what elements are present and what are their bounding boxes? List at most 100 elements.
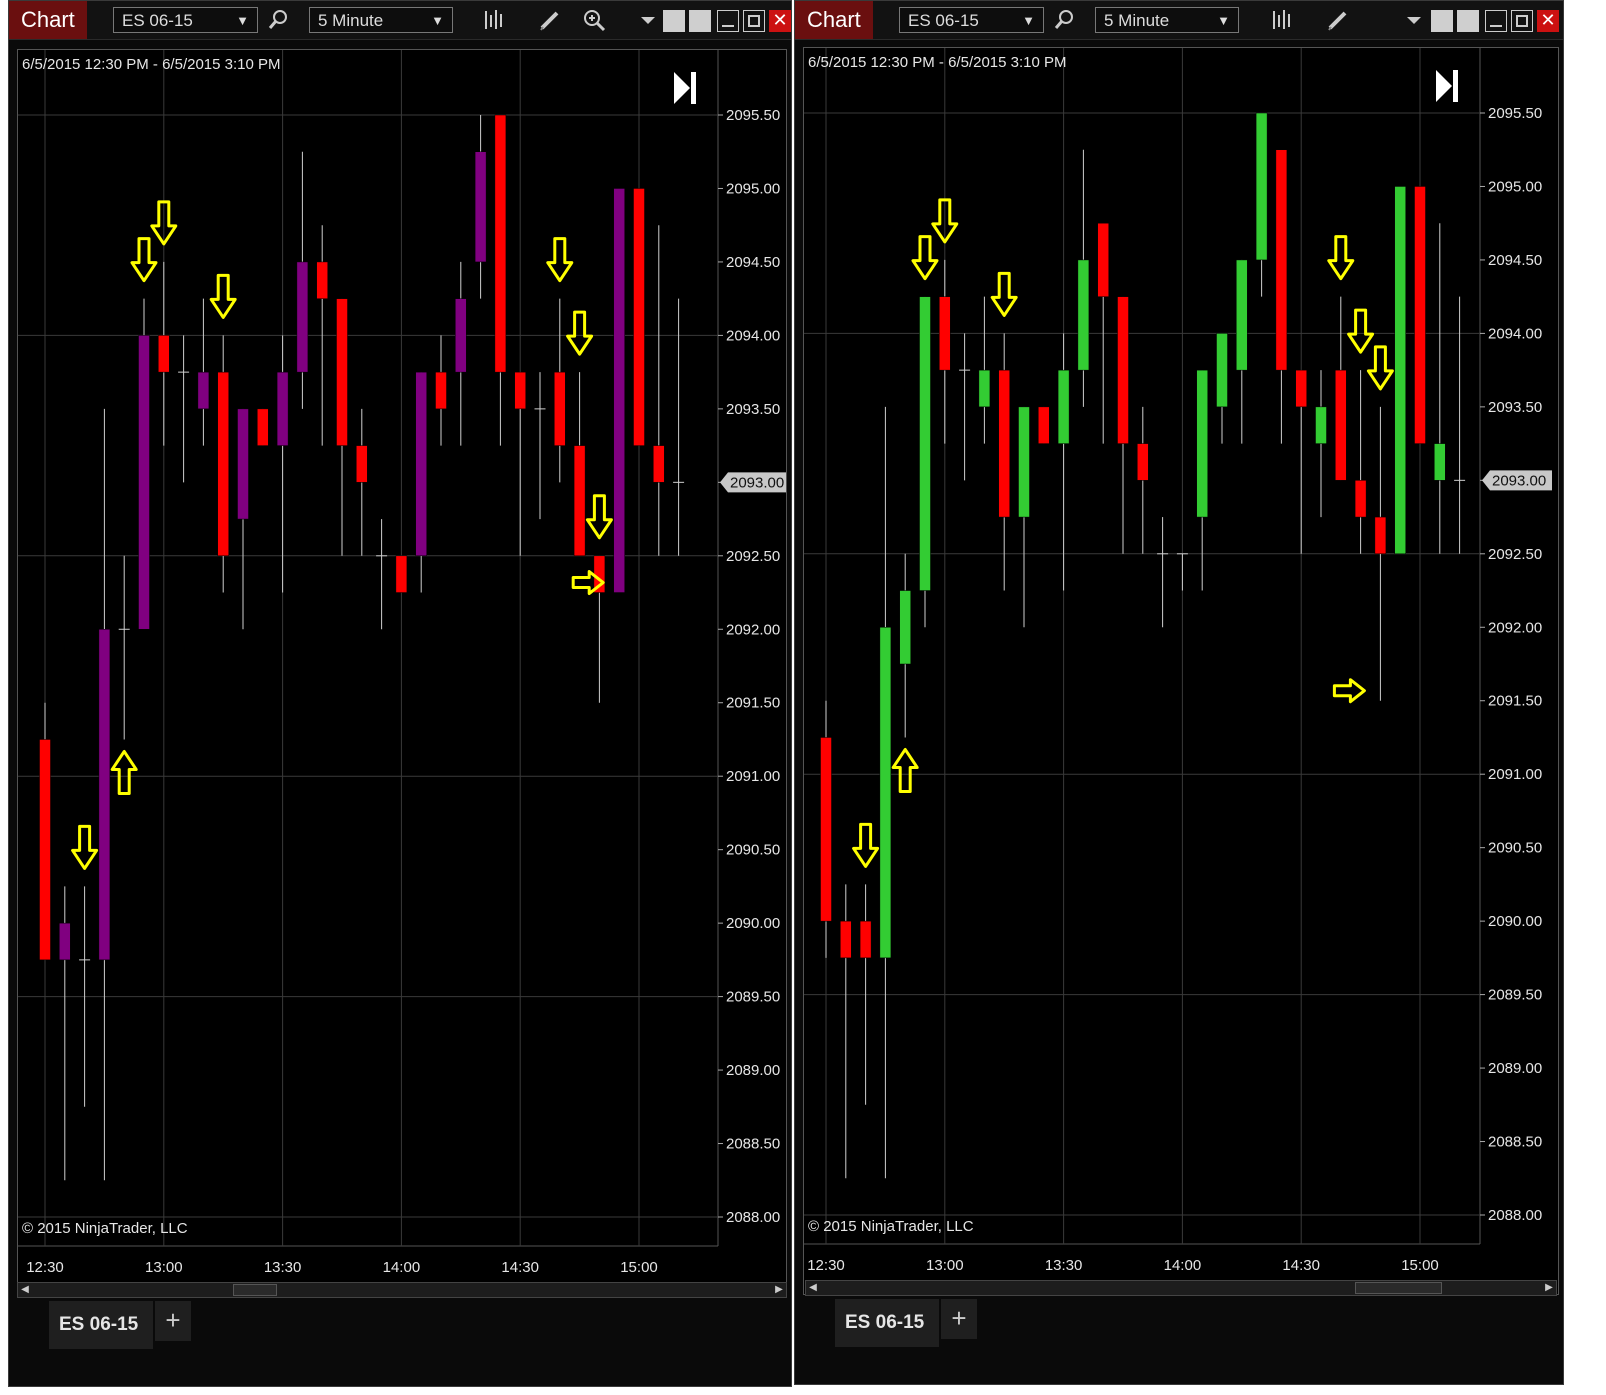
add-tab-button[interactable]: +: [155, 1301, 191, 1341]
horizontal-scrollbar[interactable]: ◀ ▶: [805, 1280, 1557, 1296]
x-tick-label: 12:30: [26, 1259, 64, 1276]
candle-body: [1057, 369, 1070, 444]
window-title: Chart: [9, 1, 87, 39]
candle-body: [1275, 149, 1288, 371]
annotation-arrow-down: [1366, 345, 1394, 391]
candle-body: [998, 369, 1010, 518]
candle-body: [1394, 186, 1406, 555]
instrument-value: ES 06-15: [122, 11, 193, 30]
tab-es-06-15[interactable]: ES 06-15: [835, 1299, 939, 1347]
tile-icon[interactable]: [663, 10, 685, 32]
candle-body: [415, 371, 427, 557]
candle-body: [296, 261, 309, 373]
y-tick-label: 2090.50: [726, 842, 780, 859]
x-tick-label: 13:00: [145, 1259, 183, 1276]
price-chart[interactable]: 2095.50 2095.00 2094.50 2094.00 2093.50 2093.…: [17, 49, 790, 1297]
interval-value: 5 Minute: [1104, 11, 1170, 30]
x-tick-label: 13:30: [1045, 1257, 1083, 1274]
candle-body: [39, 739, 51, 961]
candle-body: [939, 296, 951, 371]
chevron-down-icon: ▼: [1217, 13, 1230, 28]
candle-body: [435, 371, 447, 410]
y-tick-label: 2091.50: [726, 695, 780, 712]
x-tick-label: 14:00: [383, 1259, 421, 1276]
tile-icon[interactable]: [689, 10, 711, 32]
candle-body: [573, 445, 586, 557]
y-tick-label: 2091.50: [1488, 693, 1542, 710]
x-tick-label: 12:30: [807, 1257, 845, 1274]
chevron-down-icon: ▼: [236, 13, 249, 28]
close-icon[interactable]: ✕: [1537, 10, 1559, 32]
dropdown-arrow-icon[interactable]: [1401, 7, 1427, 33]
chart-window-right: Chart ES 06-15 ▼ 5 Minute ▼ ✕ 2095.50 209…: [794, 0, 1564, 1385]
candle-body: [1434, 443, 1446, 481]
x-tick-label: 14:00: [1164, 1257, 1202, 1274]
tile-icon[interactable]: [1457, 10, 1479, 32]
x-tick-label: 14:30: [501, 1259, 539, 1276]
interval-selector[interactable]: 5 Minute ▼: [1095, 7, 1239, 33]
search-icon[interactable]: [1051, 7, 1077, 33]
dropdown-arrow-icon[interactable]: [635, 7, 661, 33]
candle-body: [257, 408, 269, 446]
candle-body: [316, 261, 328, 299]
y-tick-label: 2089.50: [726, 989, 780, 1006]
last-price-label: 2093.00: [730, 474, 784, 491]
y-tick-label: 2094.00: [1488, 325, 1542, 342]
search-icon[interactable]: [265, 7, 291, 33]
horizontal-scrollbar[interactable]: ◀ ▶: [17, 1282, 787, 1298]
y-tick-label: 2093.50: [1488, 399, 1542, 416]
price-chart[interactable]: 2095.50 2095.00 2094.50 2094.00 2093.50 2093.…: [803, 47, 1559, 1295]
annotation-arrow-down: [566, 310, 594, 356]
maximize-icon[interactable]: [743, 10, 765, 32]
add-tab-button[interactable]: +: [941, 1299, 977, 1339]
chevron-down-icon: ▼: [431, 13, 444, 28]
scroll-left-icon[interactable]: ◀: [18, 1283, 32, 1297]
candle-body: [1374, 516, 1387, 555]
candle-body: [633, 188, 645, 446]
candlestick-plot: 2095.50 2095.00 2094.50 2094.00 2093.50 2093.…: [804, 48, 1552, 1274]
annotation-arrow-down: [990, 271, 1018, 317]
pencil-icon[interactable]: [537, 7, 563, 33]
candle-body: [1335, 369, 1347, 481]
instrument-value: ES 06-15: [908, 11, 979, 30]
instrument-selector[interactable]: ES 06-15 ▼: [899, 7, 1044, 33]
y-tick-label: 2089.00: [1488, 1060, 1542, 1077]
candle-body: [1137, 443, 1149, 481]
close-icon[interactable]: ✕: [769, 10, 791, 32]
annotation-arrow-up: [891, 747, 919, 793]
tab-es-06-15[interactable]: ES 06-15: [49, 1301, 153, 1349]
y-tick-label: 2094.50: [1488, 252, 1542, 269]
scroll-right-icon[interactable]: ▶: [772, 1283, 786, 1297]
scroll-left-icon[interactable]: ◀: [806, 1281, 820, 1295]
y-tick-label: 2092.50: [1488, 546, 1542, 563]
minimize-icon[interactable]: [717, 10, 739, 32]
tile-icon[interactable]: [1431, 10, 1453, 32]
annotation-arrow-down: [546, 237, 574, 283]
annotation-arrow-down: [1327, 235, 1355, 281]
candle-body: [98, 629, 111, 961]
interval-selector[interactable]: 5 Minute ▼: [309, 7, 453, 33]
candle-body: [899, 590, 911, 665]
maximize-icon[interactable]: [1511, 10, 1533, 32]
bar-type-icon[interactable]: [481, 7, 507, 33]
pencil-icon[interactable]: [1325, 7, 1351, 33]
instrument-selector[interactable]: ES 06-15 ▼: [113, 7, 258, 33]
minimize-icon[interactable]: [1485, 10, 1507, 32]
date-range: 6/5/2015 12:30 PM - 6/5/2015 3:10 PM: [22, 56, 281, 73]
candle-body: [1315, 406, 1327, 444]
y-tick-label: 2092.50: [726, 548, 780, 565]
title-bar: Chart ES 06-15 ▼ 5 Minute ▼ ✕: [795, 1, 1563, 40]
bar-type-icon[interactable]: [1269, 7, 1295, 33]
zoom-icon[interactable]: [581, 7, 607, 33]
skip-to-end-icon[interactable]: [1434, 68, 1460, 104]
y-tick-label: 2090.00: [1488, 913, 1542, 930]
scroll-thumb[interactable]: [1355, 1282, 1442, 1294]
candle-body: [237, 408, 249, 520]
skip-to-end-icon[interactable]: [672, 70, 698, 106]
candle-body: [455, 298, 467, 373]
candle-body: [356, 445, 368, 483]
scroll-right-icon[interactable]: ▶: [1542, 1281, 1556, 1295]
scroll-thumb[interactable]: [232, 1284, 278, 1296]
candle-body: [840, 920, 852, 959]
x-tick-label: 15:00: [620, 1259, 658, 1276]
